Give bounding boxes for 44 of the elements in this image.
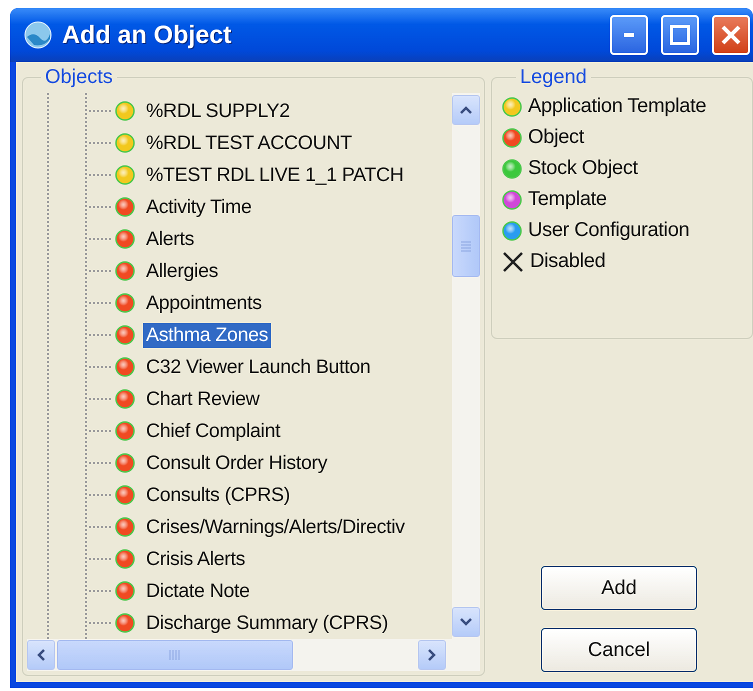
legend-label: Stock Object [528, 157, 638, 180]
tree-item[interactable]: Crisis Alerts [143, 546, 248, 572]
scroll-down-button[interactable] [452, 607, 480, 637]
scroll-thumb[interactable] [452, 215, 480, 277]
scroll-up-button[interactable] [452, 95, 480, 125]
maximize-button[interactable] [661, 15, 699, 55]
group-label: Legend [519, 66, 588, 89]
tree-item[interactable]: Allergies [143, 258, 222, 284]
vertical-scrollbar[interactable] [452, 93, 480, 639]
minimize-button[interactable] [610, 15, 648, 55]
window-title: Add an Object [62, 20, 232, 50]
scroll-right-button[interactable] [418, 640, 446, 670]
legend-label: Template [528, 188, 607, 211]
tree-item[interactable]: Activity Time [143, 194, 255, 220]
tree-item[interactable]: %RDL TEST ACCOUNT [143, 130, 355, 156]
tree-item[interactable]: Consult Order History [143, 450, 330, 476]
cross-icon [502, 250, 524, 272]
tree-item[interactable]: %RDL SUPPLY2 [143, 98, 293, 124]
horizontal-scrollbar[interactable] [27, 639, 480, 671]
tree-item[interactable]: Discharge Summary (CPRS) [143, 610, 392, 636]
tree-item[interactable]: Consults (CPRS) [143, 482, 293, 508]
tree-item[interactable]: Asthma Zones [143, 322, 272, 348]
legend-label: Application Template [528, 95, 706, 118]
tree-item[interactable]: %TEST RDL LIVE 1_1 PATCH [143, 162, 407, 188]
cancel-button[interactable]: Cancel [541, 628, 697, 672]
maximize-icon [670, 25, 690, 45]
tree-item[interactable]: Crises/Warnings/Alerts/Directiv [143, 514, 408, 540]
add-button[interactable]: Add [541, 566, 697, 610]
close-icon [721, 25, 741, 45]
legend-label: Disabled [530, 250, 606, 273]
app-icon [24, 21, 52, 49]
close-button[interactable] [712, 15, 750, 55]
tree-item[interactable]: Alerts [143, 226, 198, 252]
tree-item[interactable]: Dictate Note [143, 578, 253, 604]
tree-item[interactable]: Appointments [143, 290, 265, 316]
group-label: Objects [44, 66, 114, 89]
scroll-thumb[interactable] [57, 640, 293, 670]
tree-item[interactable]: Chart Review [143, 386, 262, 412]
tree-item[interactable]: C32 Viewer Launch Button [143, 354, 374, 380]
legend-label: User Configuration [528, 219, 690, 242]
tree-item[interactable]: Chief Complaint [143, 418, 284, 444]
scroll-left-button[interactable] [27, 640, 55, 670]
legend-label: Object [528, 126, 584, 149]
minimize-icon [624, 33, 634, 37]
